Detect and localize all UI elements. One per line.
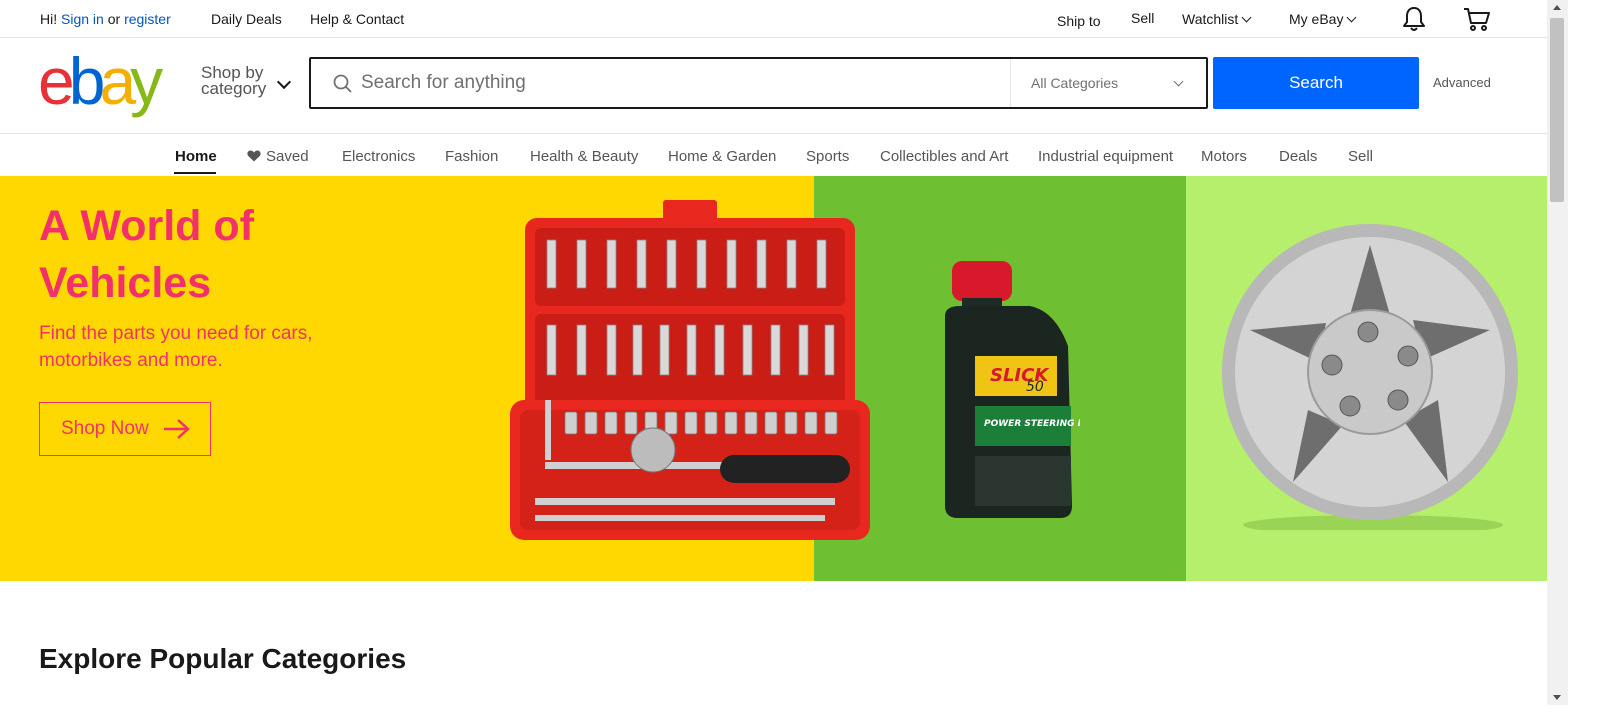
chevron-down-icon bbox=[1173, 76, 1184, 87]
power-steering-fluid-image: SLICK 50 POWER STEERING FLUID bbox=[945, 261, 1080, 518]
daily-deals-link[interactable]: Daily Deals bbox=[211, 11, 282, 27]
sell-link[interactable]: Sell bbox=[1131, 10, 1154, 26]
explore-categories-heading: Explore Popular Categories bbox=[39, 643, 407, 674]
bottle-number: 50 bbox=[1026, 379, 1044, 395]
bottle-product: POWER STEERING FLUID bbox=[984, 419, 1080, 429]
arrow-right-icon bbox=[164, 419, 190, 439]
cart-icon[interactable] bbox=[1462, 5, 1492, 33]
bell-icon[interactable] bbox=[1399, 5, 1429, 33]
search-button[interactable]: Search bbox=[1213, 57, 1419, 109]
nav-item-health-beauty[interactable]: Health & Beauty bbox=[530, 148, 638, 165]
chevron-down-icon[interactable] bbox=[276, 74, 292, 90]
category-nav: Home Saved Electronics Fashion Health & … bbox=[0, 134, 1547, 176]
shop-by-category-button[interactable]: Shop by category bbox=[201, 64, 267, 98]
nav-item-sell[interactable]: Sell bbox=[1348, 148, 1373, 165]
help-contact-link[interactable]: Help & Contact bbox=[310, 11, 404, 27]
watchlist-menu[interactable]: Watchlist bbox=[1182, 11, 1252, 27]
search-input[interactable] bbox=[361, 67, 1001, 99]
ebay-logo[interactable]: ebay bbox=[38, 48, 163, 114]
scroll-down-icon[interactable] bbox=[1553, 695, 1561, 700]
shop-now-label: Shop Now bbox=[61, 418, 149, 439]
scroll-up-icon[interactable] bbox=[1553, 5, 1561, 10]
nav-item-collectibles-art[interactable]: Collectibles and Art bbox=[880, 148, 1008, 165]
page-scrollbar[interactable] bbox=[1547, 0, 1568, 705]
nav-item-deals[interactable]: Deals bbox=[1279, 148, 1317, 165]
hero-banner[interactable]: A World of Vehicles Find the parts you n… bbox=[0, 176, 1547, 581]
search-box: All Categories bbox=[309, 57, 1208, 109]
shop-now-button[interactable]: Shop Now bbox=[39, 402, 211, 456]
sign-in-link[interactable]: Sign in bbox=[61, 11, 104, 27]
my-ebay-menu[interactable]: My eBay bbox=[1289, 11, 1357, 27]
heart-icon bbox=[247, 150, 261, 162]
nav-item-industrial-equipment[interactable]: Industrial equipment bbox=[1038, 148, 1173, 165]
main-header: ebay Shop by category All Categories Sea… bbox=[0, 38, 1547, 134]
nav-item-fashion[interactable]: Fashion bbox=[445, 148, 498, 165]
or-text: or bbox=[107, 11, 121, 27]
nav-item-electronics[interactable]: Electronics bbox=[342, 148, 415, 165]
scrollbar-thumb[interactable] bbox=[1550, 18, 1564, 202]
active-tab-indicator bbox=[174, 172, 216, 174]
search-icon bbox=[333, 74, 353, 94]
nav-item-saved[interactable]: Saved bbox=[247, 148, 309, 165]
wheel-cover-image bbox=[1222, 224, 1518, 530]
category-select[interactable]: All Categories bbox=[1010, 59, 1206, 107]
greeting: Hi! Sign in or register bbox=[40, 11, 171, 27]
nav-item-home-garden[interactable]: Home & Garden bbox=[668, 148, 776, 165]
greeting-text: Hi! bbox=[40, 11, 58, 27]
hero-subtitle: Find the parts you need for cars, motorb… bbox=[39, 323, 313, 371]
my-ebay-label: My eBay bbox=[1289, 11, 1344, 27]
nav-item-motors[interactable]: Motors bbox=[1201, 148, 1247, 165]
watchlist-label: Watchlist bbox=[1182, 11, 1239, 27]
ship-to-link[interactable]: Ship to bbox=[1057, 13, 1101, 29]
nav-item-sports[interactable]: Sports bbox=[806, 148, 849, 165]
register-link[interactable]: register bbox=[124, 11, 171, 27]
advanced-search-link[interactable]: Advanced bbox=[1433, 75, 1491, 90]
shop-by-line2: category bbox=[201, 79, 267, 98]
hero-title: A World of Vehicles bbox=[39, 202, 254, 307]
chevron-down-icon bbox=[1347, 12, 1357, 23]
category-select-value: All Categories bbox=[1031, 75, 1119, 91]
socket-set-image bbox=[510, 200, 870, 540]
nav-item-home[interactable]: Home bbox=[175, 148, 217, 165]
nav-item-label: Saved bbox=[266, 148, 309, 165]
chevron-down-icon bbox=[1241, 12, 1252, 23]
top-utility-bar: Hi! Sign in or register Daily Deals Help… bbox=[0, 0, 1547, 38]
